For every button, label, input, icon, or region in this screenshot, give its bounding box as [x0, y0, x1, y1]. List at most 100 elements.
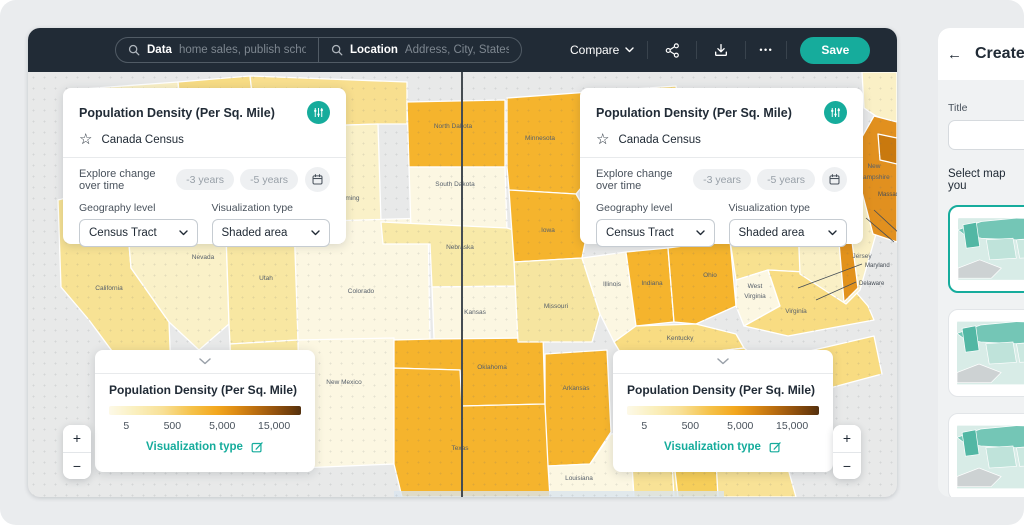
topbar-actions: Compare ••• Save [570, 28, 871, 72]
state-label: Arkansas [562, 385, 590, 392]
share-button[interactable] [661, 39, 683, 61]
legend-collapse-button[interactable] [95, 350, 315, 374]
page-canvas: Data home sales, publish school Location… [0, 0, 1024, 525]
state-label: Utah [259, 275, 273, 282]
visualization-type-select[interactable]: Shaded area [728, 219, 847, 247]
topbar: Data home sales, publish school Location… [28, 28, 897, 72]
calendar-button[interactable] [305, 167, 330, 192]
filter-settings-button[interactable] [824, 101, 847, 124]
chevron-down-icon [828, 230, 837, 236]
state-label: Jersey [852, 253, 872, 260]
legend-tick: 5 [641, 420, 648, 432]
more-options-button[interactable]: ••• [759, 45, 773, 55]
back-arrow-icon[interactable]: ← [947, 47, 962, 62]
state-label: Ohio [703, 272, 717, 279]
chevron-down-icon [178, 230, 188, 236]
state-label: New [867, 163, 880, 170]
legend-card-left: Population Density (Per Sq. Mile) 5 500 5,… [95, 350, 315, 472]
state-iowa[interactable] [508, 189, 591, 263]
edit-icon [768, 440, 782, 454]
visualization-type-label: Visualization type [728, 202, 811, 214]
data-search-label: Data [147, 44, 172, 56]
map-title-input[interactable] [948, 120, 1024, 150]
compare-divider-handle[interactable] [461, 72, 463, 497]
select-map-label: Select map you [948, 168, 1006, 192]
create-sidebar: ← Create r Title Select map you [938, 28, 1024, 497]
topbar-divider [745, 41, 747, 59]
thumbnail-map-preview [957, 321, 1024, 385]
sliders-icon [829, 106, 842, 119]
map-style-thumbnail-selected[interactable] [948, 205, 1024, 293]
legend-collapse-button[interactable] [613, 350, 833, 374]
legend-tick: 500 [163, 420, 182, 432]
geography-level-value: Census Tract [89, 227, 157, 239]
download-button[interactable] [710, 39, 732, 61]
zoom-out-button[interactable]: − [63, 452, 91, 479]
state-label: Oklahoma [477, 364, 507, 371]
callout-label: Massachusetts [878, 192, 897, 198]
download-icon [713, 42, 729, 58]
state-label: North Dakota [434, 123, 473, 130]
edit-icon [250, 440, 264, 454]
zoom-control-left: + − [63, 425, 91, 479]
filter-settings-button[interactable] [307, 101, 330, 124]
state-label: Kansas [464, 309, 486, 316]
star-icon[interactable]: ☆ [79, 132, 92, 147]
visualization-type-link[interactable]: Visualization type [627, 440, 819, 454]
search-group: Data home sales, publish school Location… [115, 37, 522, 63]
save-button[interactable]: Save [800, 36, 871, 64]
minus-5-years-button[interactable]: -5 years [757, 169, 815, 190]
legend-tick: 5,000 [727, 420, 754, 432]
geography-level-select[interactable]: Census Tract [596, 219, 715, 247]
state-label: West [748, 283, 763, 290]
visualization-type-value: Shaded area [738, 227, 805, 239]
state-ohio[interactable] [667, 239, 737, 325]
sliders-icon [312, 106, 325, 119]
search-icon [331, 44, 343, 56]
ellipsis-icon: ••• [759, 45, 774, 55]
dataset-source: Canada Census [101, 133, 184, 146]
zoom-out-button[interactable]: − [833, 452, 861, 479]
explore-label: Explore change over time [79, 167, 156, 192]
visualization-type-link[interactable]: Visualization type [109, 440, 301, 454]
calendar-button[interactable] [822, 167, 847, 192]
visualization-type-link-label: Visualization type [664, 441, 761, 453]
minus-3-years-button[interactable]: -3 years [693, 169, 752, 190]
visualization-type-select[interactable]: Shaded area [211, 219, 330, 247]
state-label: Nevada [192, 254, 215, 261]
minus-5-years-button[interactable]: -5 years [240, 169, 298, 190]
zoom-control-right: + − [833, 425, 861, 479]
state-south-dakota[interactable] [408, 166, 508, 231]
location-search-field[interactable]: Location Address, City, States, Zip [318, 38, 521, 62]
topbar-divider [786, 41, 788, 59]
callout-label: Maryland [865, 263, 890, 269]
sidebar-header: ← Create r [938, 28, 1024, 80]
card-divider [580, 157, 863, 158]
legend-tick: 15,000 [776, 420, 809, 432]
data-search-field[interactable]: Data home sales, publish school [116, 38, 318, 62]
legend-tick: 500 [681, 420, 700, 432]
zoom-in-button[interactable]: + [833, 425, 861, 453]
state-label: Virginia [744, 293, 766, 300]
compare-label: Compare [570, 43, 620, 57]
state-label: Indiana [641, 280, 663, 287]
legend-ticks: 5 500 5,000 15,000 [627, 420, 819, 434]
topbar-divider [647, 41, 649, 59]
state-north-dakota[interactable] [406, 99, 506, 168]
zoom-in-button[interactable]: + [63, 425, 91, 453]
state-maine[interactable] [861, 72, 897, 125]
chevron-down-icon [311, 230, 320, 236]
state-label: Virginia [785, 308, 807, 315]
star-icon[interactable]: ☆ [596, 132, 609, 147]
legend-tick: 15,000 [258, 420, 291, 432]
compare-button[interactable]: Compare [570, 43, 635, 57]
geography-level-select[interactable]: Census Tract [79, 219, 198, 247]
dataset-title: Population Density (Per Sq. Mile) [596, 105, 792, 120]
state-label: California [95, 285, 123, 292]
minus-3-years-button[interactable]: -3 years [176, 169, 235, 190]
sidebar-title: Create r [975, 45, 1024, 62]
state-northeast-dark[interactable] [877, 133, 897, 165]
visualization-type-label: Visualization type [211, 202, 294, 214]
map-style-thumbnail[interactable] [948, 309, 1024, 397]
map-style-thumbnail[interactable] [948, 413, 1024, 497]
